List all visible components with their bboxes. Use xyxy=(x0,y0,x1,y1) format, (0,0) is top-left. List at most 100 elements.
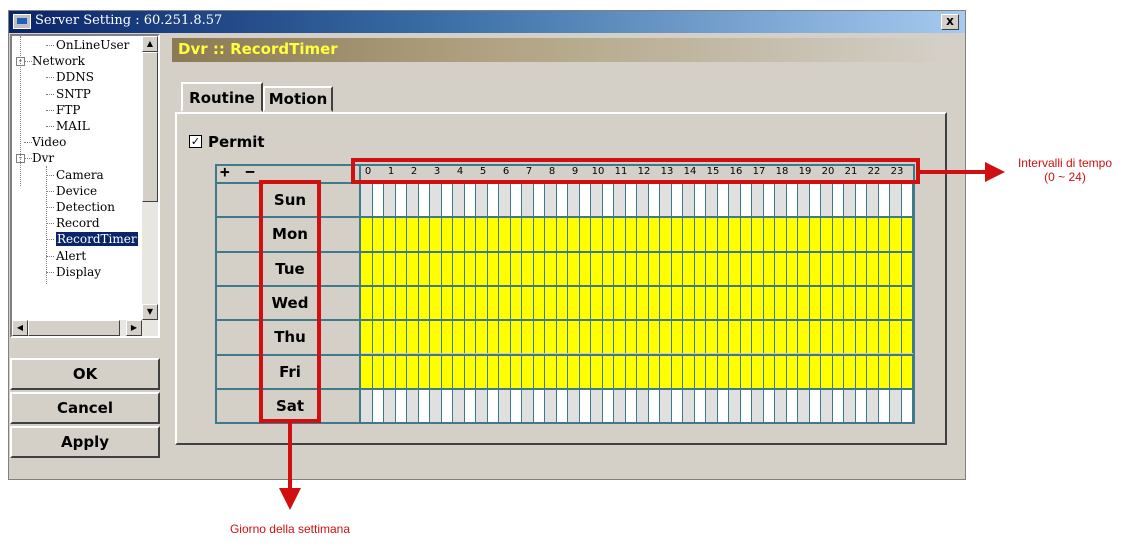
time-slot-cell[interactable] xyxy=(568,184,580,217)
time-slot-cell[interactable] xyxy=(372,218,384,251)
time-slot-cell[interactable] xyxy=(637,321,649,354)
time-slot-cell[interactable] xyxy=(637,389,649,423)
time-slot-cell[interactable] xyxy=(476,286,488,320)
time-slot-cell[interactable] xyxy=(556,355,568,388)
time-slot-cell[interactable] xyxy=(441,218,453,251)
time-slot-cell[interactable] xyxy=(441,286,453,320)
time-slot-cell[interactable] xyxy=(625,355,637,388)
time-slot-cell[interactable] xyxy=(855,389,867,423)
tree-item-video[interactable]: Video xyxy=(32,135,66,149)
time-slot-cell[interactable] xyxy=(487,389,499,423)
time-slot-cell[interactable] xyxy=(809,321,821,354)
time-slot-cell[interactable] xyxy=(648,218,660,251)
time-slot-cell[interactable] xyxy=(361,218,373,251)
time-slot-cell[interactable] xyxy=(867,355,879,388)
time-slot-cell[interactable] xyxy=(418,355,430,388)
tree-item-display[interactable]: Display xyxy=(56,265,101,279)
time-slot-cell[interactable] xyxy=(591,184,603,217)
time-slot-cell[interactable] xyxy=(499,184,511,217)
time-slot-cell[interactable] xyxy=(395,218,407,251)
time-slot-cell[interactable] xyxy=(786,355,798,388)
time-slot-cell[interactable] xyxy=(660,184,672,217)
time-slot-cell[interactable] xyxy=(556,218,568,251)
time-slot-cell[interactable] xyxy=(568,286,580,320)
time-slot-cell[interactable] xyxy=(487,218,499,251)
time-slot-cell[interactable] xyxy=(729,218,741,251)
time-slot-cell[interactable] xyxy=(752,389,764,423)
time-slot-cell[interactable] xyxy=(499,389,511,423)
time-slot-cell[interactable] xyxy=(545,252,557,285)
time-slot-cell[interactable] xyxy=(786,389,798,423)
time-slot-cell[interactable] xyxy=(671,218,683,251)
time-slot-cell[interactable] xyxy=(729,184,741,217)
time-slot-cell[interactable] xyxy=(890,355,902,388)
time-slot-cell[interactable] xyxy=(556,389,568,423)
cancel-button[interactable]: Cancel xyxy=(10,392,160,424)
time-slot-cell[interactable] xyxy=(775,286,787,320)
time-slot-cell[interactable] xyxy=(752,321,764,354)
time-slot-cell[interactable] xyxy=(832,389,844,423)
time-slot-cell[interactable] xyxy=(660,389,672,423)
time-slot-cell[interactable] xyxy=(798,355,810,388)
time-slot-cell[interactable] xyxy=(878,355,890,388)
time-slot-cell[interactable] xyxy=(809,252,821,285)
time-slot-cell[interactable] xyxy=(752,252,764,285)
time-slot-cell[interactable] xyxy=(407,252,419,285)
time-slot-cell[interactable] xyxy=(648,355,660,388)
time-slot-cell[interactable] xyxy=(522,355,534,388)
time-slot-cell[interactable] xyxy=(694,184,706,217)
minus-button[interactable]: − xyxy=(245,162,255,181)
time-slot-cell[interactable] xyxy=(901,389,913,423)
time-slot-cell[interactable] xyxy=(752,184,764,217)
tab-motion[interactable]: Motion xyxy=(263,86,333,112)
time-slot-cell[interactable] xyxy=(821,286,833,320)
time-slot-cell[interactable] xyxy=(878,286,890,320)
time-slot-cell[interactable] xyxy=(775,355,787,388)
time-slot-cell[interactable] xyxy=(890,218,902,251)
time-slot-cell[interactable] xyxy=(441,252,453,285)
time-slot-cell[interactable] xyxy=(522,218,534,251)
time-slot-cell[interactable] xyxy=(372,321,384,354)
time-slot-cell[interactable] xyxy=(384,252,396,285)
time-slot-cell[interactable] xyxy=(855,218,867,251)
time-slot-cell[interactable] xyxy=(740,184,752,217)
time-slot-cell[interactable] xyxy=(763,286,775,320)
ok-button[interactable]: OK xyxy=(10,358,160,390)
time-slot-cell[interactable] xyxy=(844,184,856,217)
time-slot-cell[interactable] xyxy=(510,321,522,354)
time-slot-cell[interactable] xyxy=(763,355,775,388)
time-slot-cell[interactable] xyxy=(510,218,522,251)
time-slot-cell[interactable] xyxy=(384,286,396,320)
time-slot-cell[interactable] xyxy=(786,218,798,251)
time-slot-cell[interactable] xyxy=(361,184,373,217)
time-slot-cell[interactable] xyxy=(809,355,821,388)
time-slot-cell[interactable] xyxy=(579,389,591,423)
time-slot-cell[interactable] xyxy=(855,355,867,388)
time-slot-cell[interactable] xyxy=(671,184,683,217)
time-slot-cell[interactable] xyxy=(545,286,557,320)
time-slot-cell[interactable] xyxy=(372,286,384,320)
time-slot-cell[interactable] xyxy=(602,184,614,217)
time-slot-cell[interactable] xyxy=(671,286,683,320)
time-slot-cell[interactable] xyxy=(591,286,603,320)
time-slot-cell[interactable] xyxy=(706,252,718,285)
tree-item-alert[interactable]: Alert xyxy=(56,249,86,263)
time-slot-cell[interactable] xyxy=(844,355,856,388)
time-slot-cell[interactable] xyxy=(430,286,442,320)
time-slot-cell[interactable] xyxy=(430,389,442,423)
apply-button[interactable]: Apply xyxy=(10,426,160,458)
time-slot-cell[interactable] xyxy=(499,286,511,320)
time-slot-cell[interactable] xyxy=(717,321,729,354)
time-slot-cell[interactable] xyxy=(671,252,683,285)
time-slot-cell[interactable] xyxy=(430,355,442,388)
time-slot-cell[interactable] xyxy=(545,355,557,388)
time-slot-cell[interactable] xyxy=(464,184,476,217)
tree-horizontal-scrollbar[interactable]: ◀ ▶ xyxy=(12,320,158,336)
time-slot-cell[interactable] xyxy=(637,184,649,217)
time-slot-cell[interactable] xyxy=(740,389,752,423)
time-slot-cell[interactable] xyxy=(844,218,856,251)
time-slot-cell[interactable] xyxy=(671,389,683,423)
scroll-left-icon[interactable]: ◀ xyxy=(12,320,28,336)
time-slot-cell[interactable] xyxy=(775,321,787,354)
time-slot-cell[interactable] xyxy=(568,218,580,251)
